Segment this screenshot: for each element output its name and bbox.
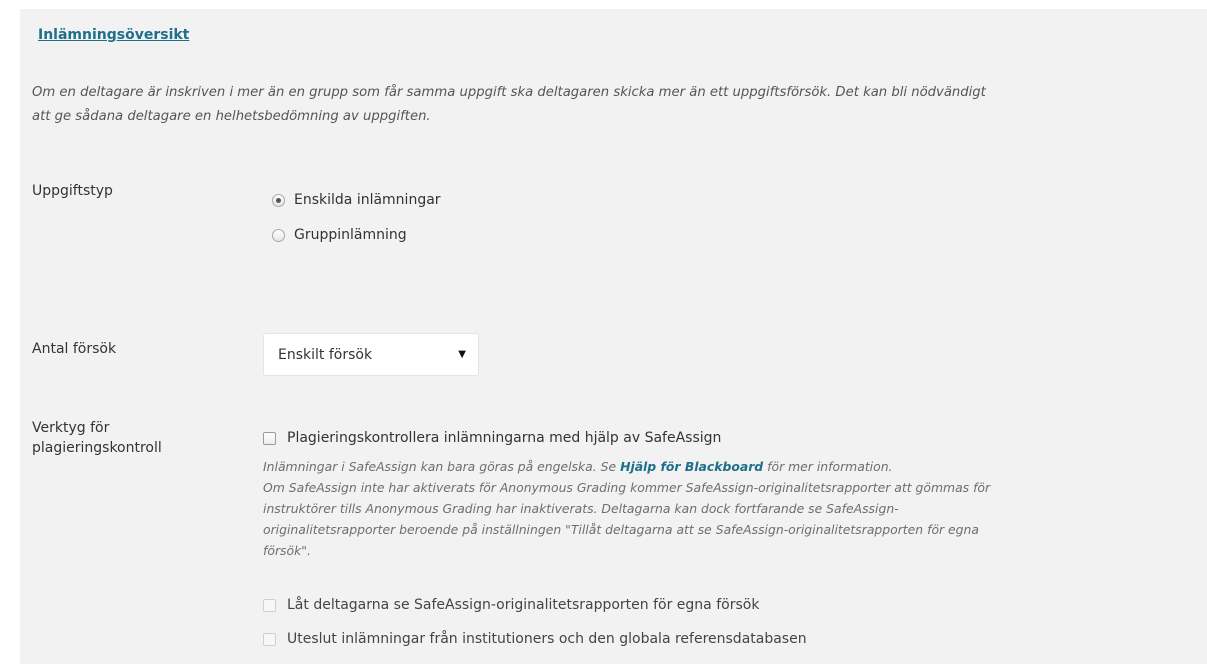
attempts-select[interactable]: Enskilt försök ▼ [263,333,479,376]
exclude-submissions-checkbox[interactable] [263,632,276,646]
blackboard-help-link[interactable]: Hjälp för Blackboard [620,459,763,474]
submission-overview-panel: Inlämningsöversikt Om en deltagare är in… [20,9,1207,664]
safeassign-checkbox[interactable] [263,431,276,445]
help-prefix: Inlämningar i SafeAssign kan bara göras … [263,459,621,474]
safeassign-help-text: Inlämningar i SafeAssign kan bara göras … [263,456,1203,561]
dropdown-arrow-icon: ▼ [458,349,466,360]
safeassign-checkbox-label: Plagieringskontrollera inlämningarna med… [287,430,722,446]
radio-button-unchecked-icon[interactable] [272,228,285,242]
section-title-link[interactable]: Inlämningsöversikt [38,27,189,43]
assignment-type-label: Uppgiftstyp [32,183,113,199]
help-line-1: Inlämningar i SafeAssign kan bara göras … [263,456,1203,477]
help-suffix: för mer information. [763,459,893,474]
safeassign-checkbox-row[interactable]: Plagieringskontrollera inlämningarna med… [263,428,721,448]
plagiarism-label-line-2: plagieringskontroll [32,440,162,456]
plagiarism-tool-label: Verktyg för plagieringskontroll [32,418,162,458]
exclude-submissions-label: Uteslut inlämningar från institutioners … [287,631,807,647]
help-line-5: försök". [263,543,311,558]
plagiarism-label-line-1: Verktyg för [32,420,110,436]
radio-label-group: Gruppinlämning [294,227,407,243]
intro-line-1: Om en deltagare är inskriven i mer än en… [32,85,986,100]
help-line-3: instruktörer tills Anonymous Grading har… [263,501,899,516]
radio-individual-submissions[interactable]: Enskilda inlämningar [272,190,441,210]
radio-button-checked-icon[interactable] [272,193,285,207]
radio-group-submission[interactable]: Gruppinlämning [272,225,407,245]
attempts-label: Antal försök [32,341,117,357]
allow-view-report-row[interactable]: Låt deltagarna se SafeAssign-originalite… [263,595,759,615]
intro-text: Om en deltagare är inskriven i mer än en… [32,81,1207,129]
help-line-2: Om SafeAssign inte har aktiverats för An… [263,480,991,495]
help-line-4: originalitetsrapporter beroende på instä… [263,522,979,537]
radio-label-individual: Enskilda inlämningar [294,192,441,208]
allow-view-report-checkbox[interactable] [263,598,276,612]
allow-view-report-label: Låt deltagarna se SafeAssign-originalite… [287,597,760,613]
intro-line-2: att ge sådana deltagare en helhetsbedömn… [32,109,431,124]
exclude-submissions-row[interactable]: Uteslut inlämningar från institutioners … [263,629,807,649]
attempts-selected-value: Enskilt försök [278,346,373,363]
